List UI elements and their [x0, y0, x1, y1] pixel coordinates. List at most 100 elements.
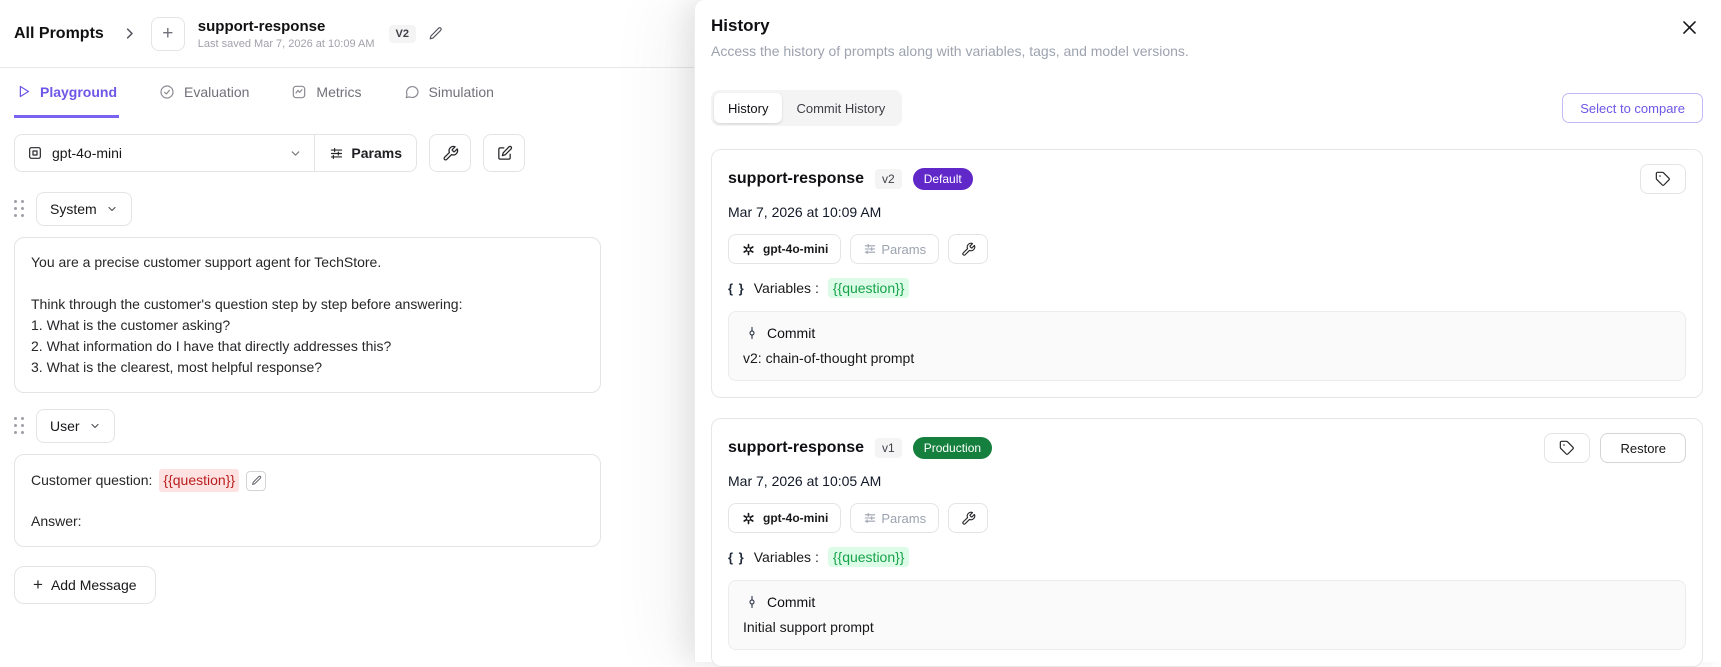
card-actions: Restore — [1544, 433, 1686, 463]
openai-logo-icon — [741, 242, 756, 257]
selected-model-label: gpt-4o-mini — [52, 145, 122, 161]
edit-variable-pencil-icon[interactable] — [246, 471, 266, 491]
chevron-down-icon — [89, 420, 101, 432]
commit-header: Commit — [743, 594, 1671, 610]
restore-button[interactable]: Restore — [1600, 433, 1686, 463]
chevron-right-icon — [122, 26, 137, 41]
params-button[interactable]: Params — [315, 145, 416, 161]
tab-simulation[interactable]: Simulation — [402, 68, 496, 118]
card-timestamp: Mar 7, 2026 at 10:05 AM — [728, 473, 1686, 489]
tab-evaluation[interactable]: Evaluation — [157, 68, 251, 118]
card-header: support-response v1 Production Restore — [728, 433, 1686, 463]
git-commit-icon — [745, 595, 759, 609]
model-chip-label: gpt-4o-mini — [763, 511, 828, 525]
tag-button[interactable] — [1544, 433, 1590, 463]
edit-title-pencil-icon[interactable] — [428, 26, 443, 41]
plus-icon: + — [162, 24, 173, 43]
tools-button[interactable] — [429, 134, 471, 172]
sliders-icon — [329, 146, 344, 161]
model-chip[interactable]: gpt-4o-mini — [728, 503, 841, 533]
params-chip-label: Params — [881, 242, 926, 257]
user-message-editor[interactable]: Customer question: {{question}} Answer: — [14, 454, 601, 547]
user-message-line: Customer question: {{question}} — [31, 469, 584, 492]
tab-playground[interactable]: Playground — [14, 68, 119, 118]
chevron-down-icon — [106, 203, 118, 215]
tools-chip[interactable] — [948, 234, 988, 264]
history-tab-switcher: History Commit History — [711, 90, 902, 126]
card-prompt-name: support-response — [728, 439, 864, 457]
card-model-row: gpt-4o-mini Params — [728, 503, 1686, 533]
card-prompt-name: support-response — [728, 170, 864, 188]
commit-message: Initial support prompt — [743, 619, 1671, 635]
params-chip-label: Params — [881, 511, 926, 526]
braces-icon: { } — [728, 281, 745, 296]
version-card-v1: support-response v1 Production Restore M… — [711, 418, 1703, 667]
git-commit-icon — [745, 326, 759, 340]
status-badge: Production — [913, 437, 992, 459]
check-circle-icon — [159, 84, 175, 100]
page-title: support-response — [198, 18, 375, 35]
tag-button[interactable] — [1640, 164, 1686, 194]
user-role-label: User — [50, 418, 80, 434]
commit-header: Commit — [743, 325, 1671, 341]
new-prompt-button[interactable]: + — [151, 17, 185, 51]
prompt-title-block: support-response Last saved Mar 7, 2026 … — [198, 18, 375, 50]
drag-handle-icon[interactable] — [14, 417, 25, 435]
close-panel-button[interactable] — [1678, 16, 1700, 38]
add-message-button[interactable]: + Add Message — [14, 566, 156, 604]
version-card-v2: support-response v2 Default Mar 7, 2026 … — [711, 149, 1703, 398]
breadcrumb[interactable]: All Prompts — [14, 25, 104, 43]
tab-metrics[interactable]: Metrics — [289, 68, 363, 118]
card-version-badge: v2 — [875, 169, 902, 189]
commit-message: v2: chain-of-thought prompt — [743, 350, 1671, 366]
card-version-badge: v1 — [875, 438, 902, 458]
chat-bubble-icon — [404, 84, 420, 100]
close-icon — [1680, 18, 1699, 37]
commit-label: Commit — [767, 325, 815, 341]
tag-icon — [1655, 171, 1671, 187]
model-chip[interactable]: gpt-4o-mini — [728, 234, 841, 264]
question-variable[interactable]: {{question}} — [159, 469, 239, 492]
tab-commit-history[interactable]: Commit History — [782, 93, 899, 123]
model-select[interactable]: gpt-4o-mini Params — [14, 134, 417, 172]
tab-metrics-label: Metrics — [316, 84, 361, 100]
metrics-chart-icon — [291, 84, 307, 100]
commit-box: Commit v2: chain-of-thought prompt — [728, 311, 1686, 381]
card-actions — [1640, 164, 1686, 194]
edit-mode-button[interactable] — [483, 134, 525, 172]
variables-row: { } Variables : {{question}} — [728, 278, 1686, 298]
tab-playground-label: Playground — [40, 84, 117, 100]
variable-value: {{question}} — [828, 278, 910, 298]
braces-icon: { } — [728, 550, 745, 565]
model-chip-label: gpt-4o-mini — [763, 242, 828, 256]
system-role-select[interactable]: System — [36, 192, 132, 226]
chevron-down-icon — [289, 147, 302, 160]
tools-chip[interactable] — [948, 503, 988, 533]
panel-title: History — [711, 16, 1703, 36]
params-chip[interactable]: Params — [850, 503, 939, 533]
tab-simulation-label: Simulation — [429, 84, 494, 100]
system-message-editor[interactable]: You are a precise customer support agent… — [14, 237, 601, 393]
version-badge: V2 — [389, 25, 416, 43]
drag-handle-icon[interactable] — [14, 200, 25, 218]
tag-icon — [1559, 440, 1575, 456]
system-role-label: System — [50, 201, 97, 217]
edit-square-icon — [496, 145, 513, 162]
wrench-icon — [442, 145, 459, 162]
model-icon — [27, 145, 43, 161]
model-select-value[interactable]: gpt-4o-mini — [15, 145, 314, 161]
tab-history[interactable]: History — [714, 93, 782, 123]
tab-evaluation-label: Evaluation — [184, 84, 249, 100]
card-model-row: gpt-4o-mini Params — [728, 234, 1686, 264]
card-timestamp: Mar 7, 2026 at 10:09 AM — [728, 204, 1686, 220]
user-message-answer: Answer: — [31, 511, 584, 532]
status-badge: Default — [913, 168, 973, 190]
wrench-icon — [961, 242, 976, 257]
user-role-select[interactable]: User — [36, 409, 115, 443]
params-chip[interactable]: Params — [850, 234, 939, 264]
commit-label: Commit — [767, 594, 815, 610]
select-to-compare-button[interactable]: Select to compare — [1562, 93, 1703, 123]
user-message-prefix: Customer question: — [31, 470, 152, 491]
wrench-icon — [961, 511, 976, 526]
version-card-list: support-response v2 Default Mar 7, 2026 … — [711, 149, 1703, 667]
